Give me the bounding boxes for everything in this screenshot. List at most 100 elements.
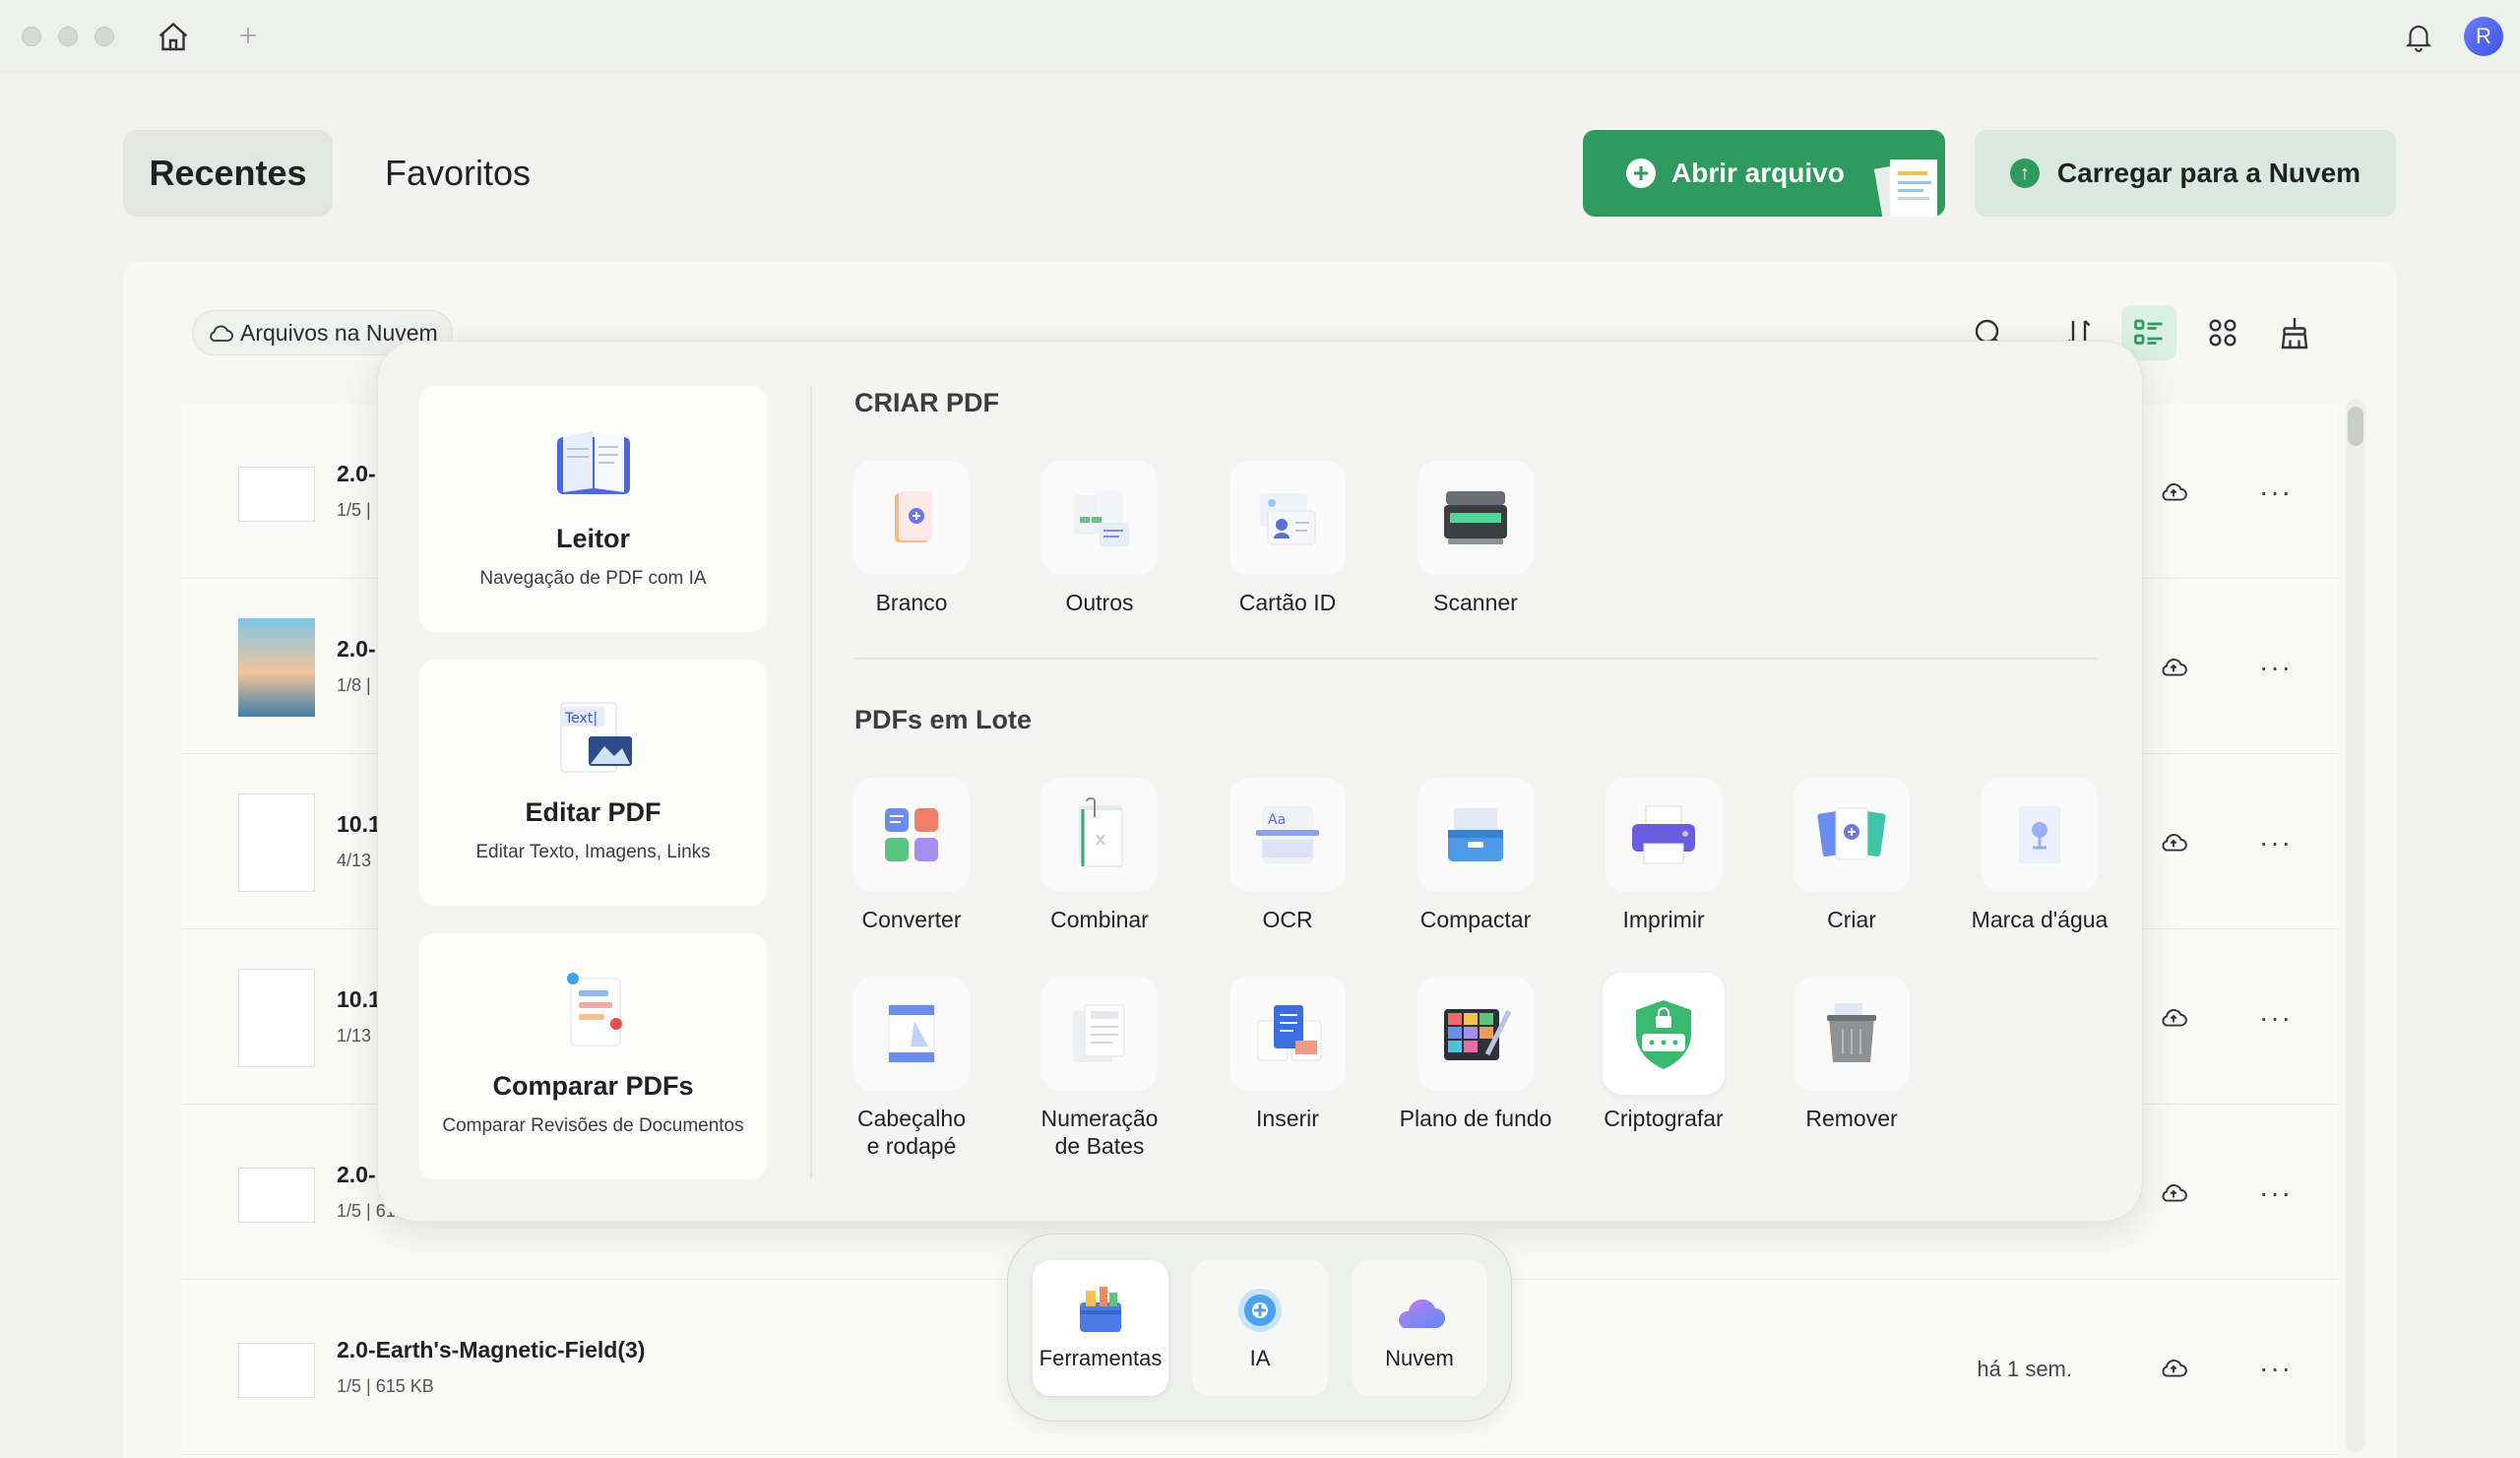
create-icon — [1794, 778, 1910, 892]
tool-compactar[interactable]: Compactar — [1387, 778, 1564, 933]
tab-favoritos[interactable]: Favoritos — [354, 130, 561, 217]
watermark-icon — [1982, 778, 2098, 892]
file-name: 10.1 — [337, 986, 381, 1012]
home-icon[interactable] — [153, 17, 194, 58]
file-thumbnail — [238, 1343, 315, 1398]
combine-icon — [1041, 778, 1158, 892]
ocr-icon: Aa — [1229, 778, 1346, 892]
compare-pdfs-card[interactable]: Comparar PDFs Comparar Revisões de Docum… — [419, 933, 767, 1179]
new-tab-icon[interactable] — [232, 20, 264, 51]
toolbox-icon — [1080, 1287, 1121, 1332]
file-thumbnail — [238, 467, 315, 522]
file-thumbnail — [238, 1168, 315, 1223]
clean-broom-icon[interactable] — [2267, 305, 2322, 360]
insert-icon — [1229, 977, 1346, 1091]
tool-label: Cartão ID — [1238, 590, 1337, 615]
tool-branco[interactable]: Branco — [823, 461, 1000, 616]
header-footer-icon — [853, 977, 970, 1091]
cloud-upload-icon[interactable] — [2159, 1002, 2188, 1032]
dock-item-ferramentas[interactable]: Ferramentas — [1033, 1260, 1168, 1396]
tool-plano-de-fundo[interactable]: Plano de fundo — [1387, 977, 1564, 1132]
tool-label: Criptografar — [1604, 1106, 1724, 1131]
tool-outros[interactable]: Outros — [1011, 461, 1188, 616]
more-options-icon[interactable]: ··· — [2259, 1177, 2293, 1209]
edit-pdf-card[interactable]: Text| Editar PDF Editar Texto, Imagens, … — [419, 660, 767, 906]
tool-converter[interactable]: Converter — [823, 778, 1000, 933]
file-name: 10.1 — [337, 811, 381, 837]
ai-assistant-icon — [1238, 1289, 1282, 1332]
book-reader-icon — [556, 431, 630, 494]
documents-stack-icon — [1873, 159, 1937, 217]
tool-imprimir[interactable]: Imprimir — [1575, 778, 1752, 933]
window-close-button[interactable] — [22, 27, 41, 46]
tool-remover[interactable]: Remover — [1763, 977, 1940, 1132]
cloud-icon — [210, 325, 233, 342]
scrollbar-track[interactable] — [2346, 399, 2365, 1452]
file-name: 2.0-Earth's-Magnetic-Field(3) — [337, 1337, 646, 1363]
cloud-upload-icon[interactable] — [2159, 1177, 2188, 1207]
more-options-icon[interactable]: ··· — [2259, 476, 2293, 508]
grid-view-icon[interactable] — [2195, 305, 2250, 360]
tool-numeracao-bates[interactable]: Numeração de Bates — [1011, 977, 1188, 1160]
svg-text:Text|: Text| — [564, 711, 598, 727]
compare-pdfs-subtitle: Comparar Revisões de Documentos — [442, 1115, 744, 1136]
more-options-icon[interactable]: ··· — [2259, 1002, 2293, 1034]
file-meta: 1/5 | 615 KB — [337, 1376, 434, 1396]
user-avatar[interactable]: R — [2464, 17, 2503, 56]
reader-subtitle: Navegação de PDF com IA — [479, 568, 707, 589]
other-files-icon — [1041, 461, 1158, 575]
tool-label: Imprimir — [1622, 907, 1705, 932]
id-card-icon — [1229, 461, 1346, 575]
tool-label: Combinar — [1050, 907, 1149, 932]
more-options-icon[interactable]: ··· — [2259, 827, 2293, 858]
tool-combinar[interactable]: Combinar — [1011, 778, 1188, 933]
popup-vertical-divider — [810, 386, 812, 1179]
file-thumbnail — [238, 618, 315, 717]
tool-label: Numeração de Bates — [1040, 1106, 1159, 1159]
file-meta: 1/8 | — [337, 675, 371, 695]
more-options-icon[interactable]: ··· — [2259, 652, 2293, 683]
tool-marca-dagua[interactable]: Marca d'água — [1951, 778, 2128, 933]
tool-criar[interactable]: Criar — [1763, 778, 1940, 933]
open-file-label: Abrir arquivo — [1671, 158, 1845, 188]
plus-circle-icon: + — [1626, 158, 1656, 188]
tool-label: Compactar — [1419, 907, 1532, 932]
tab-recentes[interactable]: Recentes — [123, 130, 333, 217]
notification-bell-icon[interactable] — [2399, 17, 2438, 56]
scanner-icon — [1418, 461, 1534, 575]
cloud-upload-icon[interactable] — [2159, 827, 2188, 856]
tool-scanner[interactable]: Scanner — [1387, 461, 1564, 616]
svg-text:Aa: Aa — [1268, 812, 1286, 828]
window-minimize-button[interactable] — [58, 27, 78, 46]
cloud-upload-icon[interactable] — [2159, 652, 2188, 681]
reader-title: Leitor — [555, 524, 630, 553]
tool-cabecalho-rodape[interactable]: Cabeçalho e rodapé — [823, 977, 1000, 1160]
cloud-storage-icon — [1399, 1299, 1445, 1328]
window-zoom-button[interactable] — [94, 27, 114, 46]
file-name: 2.0- — [337, 1162, 376, 1187]
file-thumbnail — [238, 793, 315, 892]
tool-label: Criar — [1827, 907, 1876, 932]
tool-label: Inserir — [1256, 1106, 1319, 1131]
file-meta: 4/13 — [337, 851, 372, 870]
cloud-upload-icon[interactable] — [2159, 1353, 2188, 1382]
open-file-button[interactable]: + Abrir arquivo — [1583, 130, 1945, 217]
create-pdf-heading: CRIAR PDF — [854, 388, 999, 417]
background-icon — [1418, 977, 1534, 1091]
compare-pdfs-title: Comparar PDFs — [492, 1071, 694, 1101]
upload-cloud-button[interactable]: ↑ Carregar para a Nuvem — [1975, 130, 2396, 217]
scrollbar-thumb[interactable] — [2348, 407, 2363, 446]
more-options-icon[interactable]: ··· — [2259, 1353, 2293, 1384]
compare-documents-icon — [566, 973, 622, 1046]
dock-item-nuvem[interactable]: Nuvem — [1352, 1260, 1487, 1396]
tool-inserir[interactable]: Inserir — [1199, 977, 1376, 1132]
dock-item-ia[interactable]: IA — [1192, 1260, 1328, 1396]
tool-ocr[interactable]: Aa OCR — [1199, 778, 1376, 933]
tool-cartao-id[interactable]: Cartão ID — [1199, 461, 1376, 616]
tool-criptografar[interactable]: Criptografar — [1575, 973, 1752, 1132]
reader-card[interactable]: Leitor Navegação de PDF com IA — [419, 386, 767, 632]
file-thumbnail — [238, 969, 315, 1067]
printer-icon — [1606, 778, 1722, 892]
cloud-upload-icon[interactable] — [2159, 476, 2188, 506]
file-name: 2.0- — [337, 461, 376, 486]
